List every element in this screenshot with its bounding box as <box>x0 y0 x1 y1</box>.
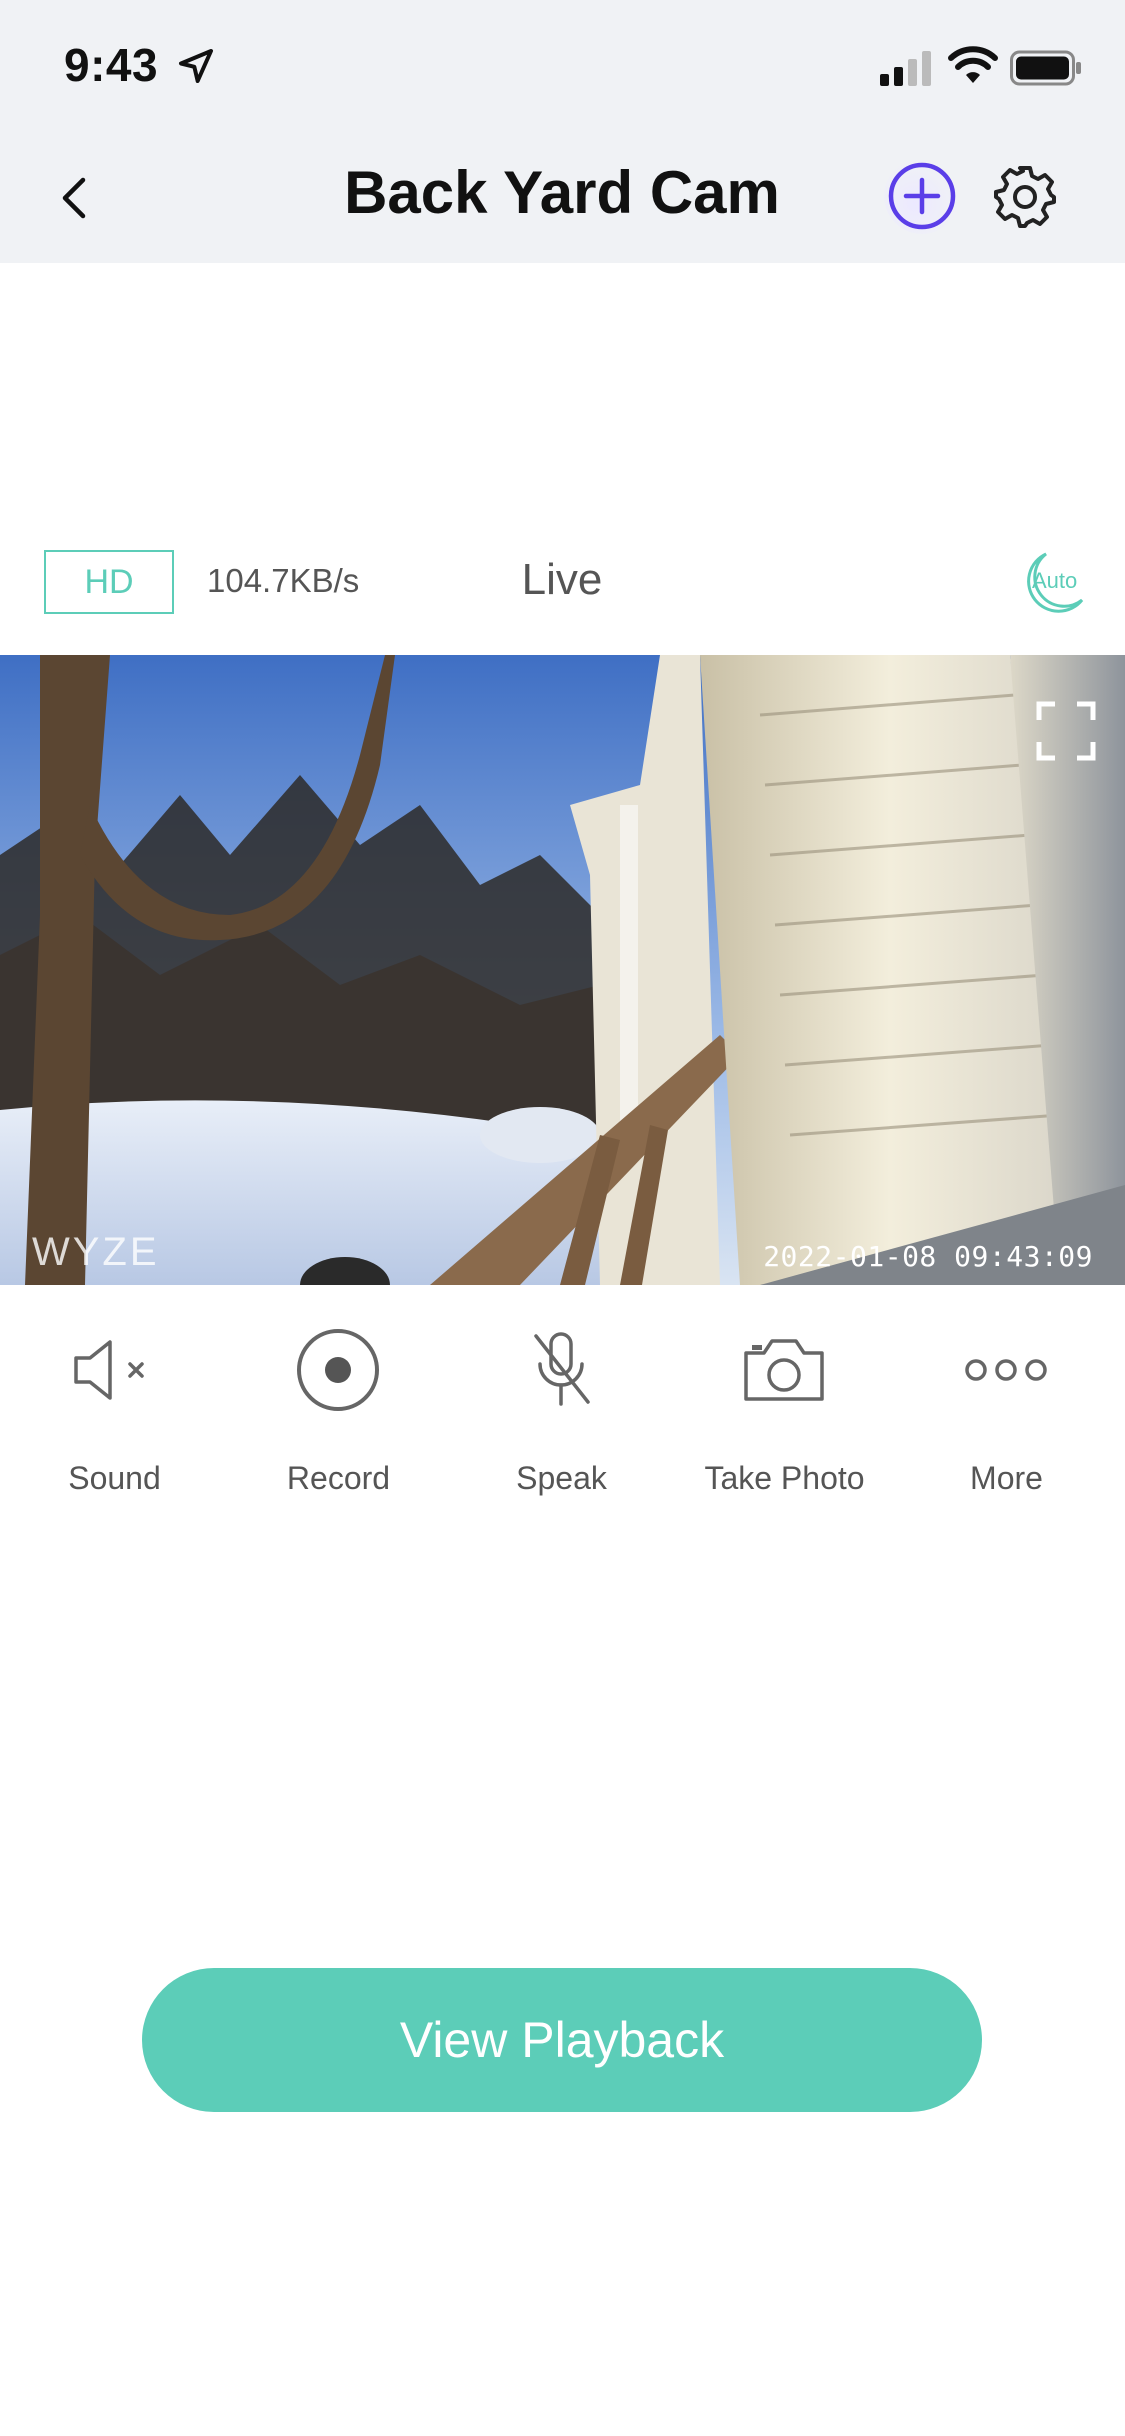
more-label: More <box>970 1460 1043 1496</box>
more-dots-icon <box>965 1359 1047 1381</box>
cellular-signal-icon <box>880 51 931 86</box>
camera-icon <box>744 1339 824 1401</box>
live-video-feed[interactable]: WYZE 2022-01-08 09:43:09 <box>0 655 1125 1285</box>
status-time: 9:43 <box>64 39 159 91</box>
speak-button[interactable]: Speak <box>449 1300 674 1520</box>
take-photo-button[interactable]: Take Photo <box>672 1300 897 1520</box>
plus-circle-icon <box>888 162 956 230</box>
speaker-muted-icon <box>74 1340 144 1400</box>
video-timestamp: 2022-01-08 09:43:09 <box>763 1240 1093 1273</box>
sound-label: Sound <box>68 1460 161 1496</box>
record-icon <box>297 1329 379 1411</box>
fullscreen-icon <box>1036 701 1096 761</box>
page-title: Back Yard Cam <box>344 159 780 226</box>
night-vision-auto-button[interactable]: Auto <box>1018 548 1092 616</box>
sound-button[interactable]: Sound <box>2 1300 227 1520</box>
bitrate-readout: 104.7KB/s <box>207 562 360 599</box>
record-label: Record <box>286 1460 391 1496</box>
mic-off-icon <box>534 1332 590 1406</box>
control-toolbar: Sound Record Speak Take Photo More <box>0 1300 1125 1520</box>
speak-label: Speak <box>516 1460 607 1496</box>
back-button[interactable] <box>44 168 104 228</box>
location-arrow-icon <box>179 49 213 83</box>
battery-icon <box>1010 50 1081 86</box>
live-label: Live <box>521 555 603 604</box>
camera-image <box>0 655 1125 1285</box>
quality-hd-button[interactable]: HD <box>44 550 174 614</box>
take-photo-label: Take Photo <box>704 1460 865 1496</box>
record-button[interactable]: Record <box>226 1300 451 1520</box>
add-button[interactable] <box>884 158 960 234</box>
wifi-icon <box>948 46 998 83</box>
fullscreen-button[interactable] <box>1035 700 1097 762</box>
header-bar: 9:43 Back Yard Cam <box>0 0 1125 263</box>
settings-button[interactable] <box>990 162 1060 232</box>
chevron-left-icon <box>62 177 86 219</box>
auto-label: Auto <box>1032 568 1077 593</box>
view-playback-button[interactable]: View Playback <box>142 1968 982 2112</box>
gear-icon <box>994 166 1056 228</box>
moon-auto-icon: Auto <box>1027 552 1084 613</box>
more-button[interactable]: More <box>894 1300 1119 1520</box>
wyze-watermark: WYZE <box>32 1230 160 1274</box>
camera-live-screen: 9:43 Back Yard Cam HD 104.7KB/s Live Aut… <box>0 0 1125 2436</box>
